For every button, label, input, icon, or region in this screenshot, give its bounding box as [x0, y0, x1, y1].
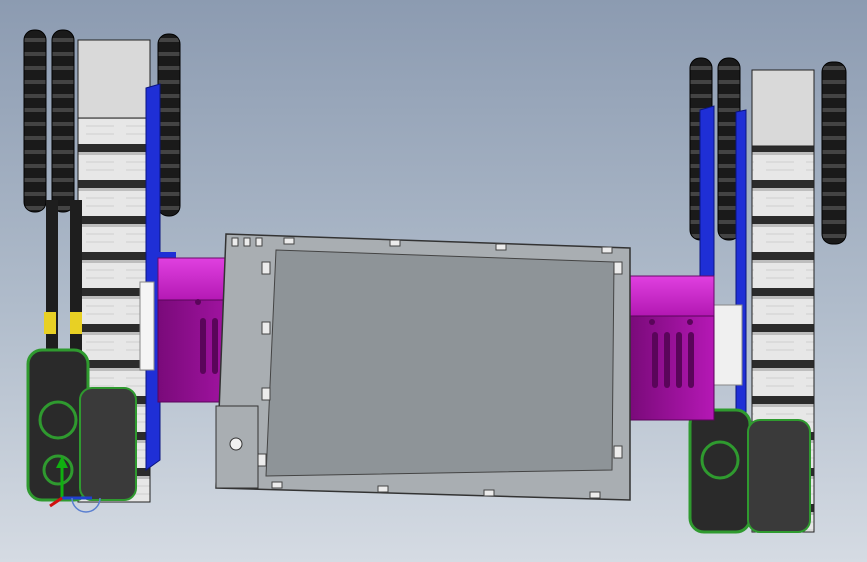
left-lower-wheel	[79, 387, 137, 501]
left-motor-shaft	[139, 281, 155, 371]
right-bearing	[711, 304, 743, 386]
left-arm-link	[46, 200, 58, 360]
left-front-sprocket	[157, 33, 181, 217]
right-lower-wheels	[688, 408, 752, 534]
chassis-bolt	[229, 437, 243, 451]
right-front-sprocket	[821, 61, 847, 245]
right-motor[interactable]	[629, 275, 715, 421]
left-arm-link-2	[70, 200, 82, 360]
left-arm-highlight	[44, 312, 56, 334]
right-motor-body	[629, 315, 715, 421]
chassis-box[interactable]	[215, 233, 631, 501]
left-rear-sprocket	[23, 29, 47, 213]
left-rear-sprocket-2	[51, 29, 75, 213]
right-motor-top	[629, 275, 715, 319]
assembly-model[interactable]	[0, 0, 867, 562]
right-track-top-plate	[751, 69, 815, 147]
left-track-top-plate	[77, 39, 151, 119]
right-lower-wheel	[747, 419, 811, 533]
cad-viewport[interactable]	[0, 0, 867, 562]
chassis-panel	[265, 249, 615, 477]
left-arm-highlight-2	[70, 312, 82, 334]
